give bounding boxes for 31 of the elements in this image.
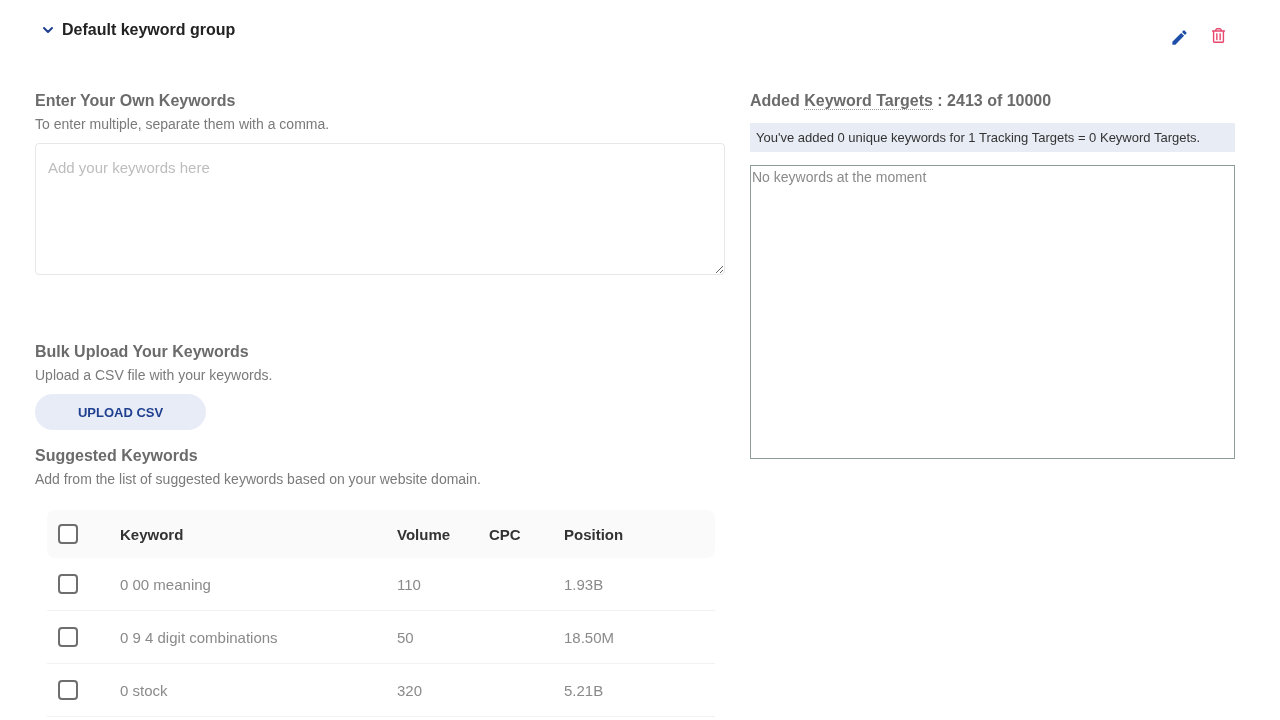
- empty-message: No keywords at the moment: [752, 169, 927, 185]
- volume-cell: 320: [397, 681, 423, 699]
- section-heading: Enter Your Own Keywords: [35, 91, 236, 111]
- targets-summary-bar: You've added 0 unique keywords for 1 Tracking Targets = 0 Keyword Targets.: [750, 123, 1235, 152]
- position-cell: 18.50M: [564, 628, 615, 646]
- targets-heading: Added Keyword Targets : 2413 of 10000: [750, 91, 1052, 112]
- volume-cell: 50: [397, 628, 414, 646]
- position-cell: 1.93B: [564, 575, 604, 593]
- section-hint: To enter multiple, separate them with a comma.: [35, 115, 330, 134]
- keyword-cell: 0 00 meaning: [120, 575, 211, 593]
- column-header: Position: [564, 525, 624, 543]
- keyword-cell: 0 stock: [120, 681, 168, 699]
- select-all-checkbox[interactable]: [58, 524, 78, 544]
- section-hint: Add from the list of suggested keywords based on your website domain.: [35, 470, 481, 489]
- position-cell: 5.21B: [564, 681, 604, 699]
- edit-icon[interactable]: [1170, 28, 1189, 47]
- row-checkbox[interactable]: [58, 627, 78, 647]
- section-hint: Upload a CSV file with your keywords.: [35, 366, 273, 385]
- volume-cell: 110: [397, 575, 421, 593]
- column-header: Volume: [397, 525, 451, 543]
- column-header: CPC: [489, 525, 521, 543]
- delete-icon[interactable]: [1211, 28, 1226, 43]
- upload-csv-button[interactable]: UPLOAD CSV: [35, 394, 206, 430]
- keywords-input[interactable]: Add your keywords here: [35, 143, 725, 275]
- group-title: Default keyword group: [62, 20, 236, 40]
- keyword-cell: 0 9 4 digit combinations: [120, 628, 278, 646]
- column-header: Keyword: [120, 525, 184, 543]
- section-heading: Suggested Keywords: [35, 446, 198, 466]
- row-checkbox[interactable]: [58, 680, 78, 700]
- row-checkbox[interactable]: [58, 574, 78, 594]
- section-heading: Bulk Upload Your Keywords: [35, 342, 249, 362]
